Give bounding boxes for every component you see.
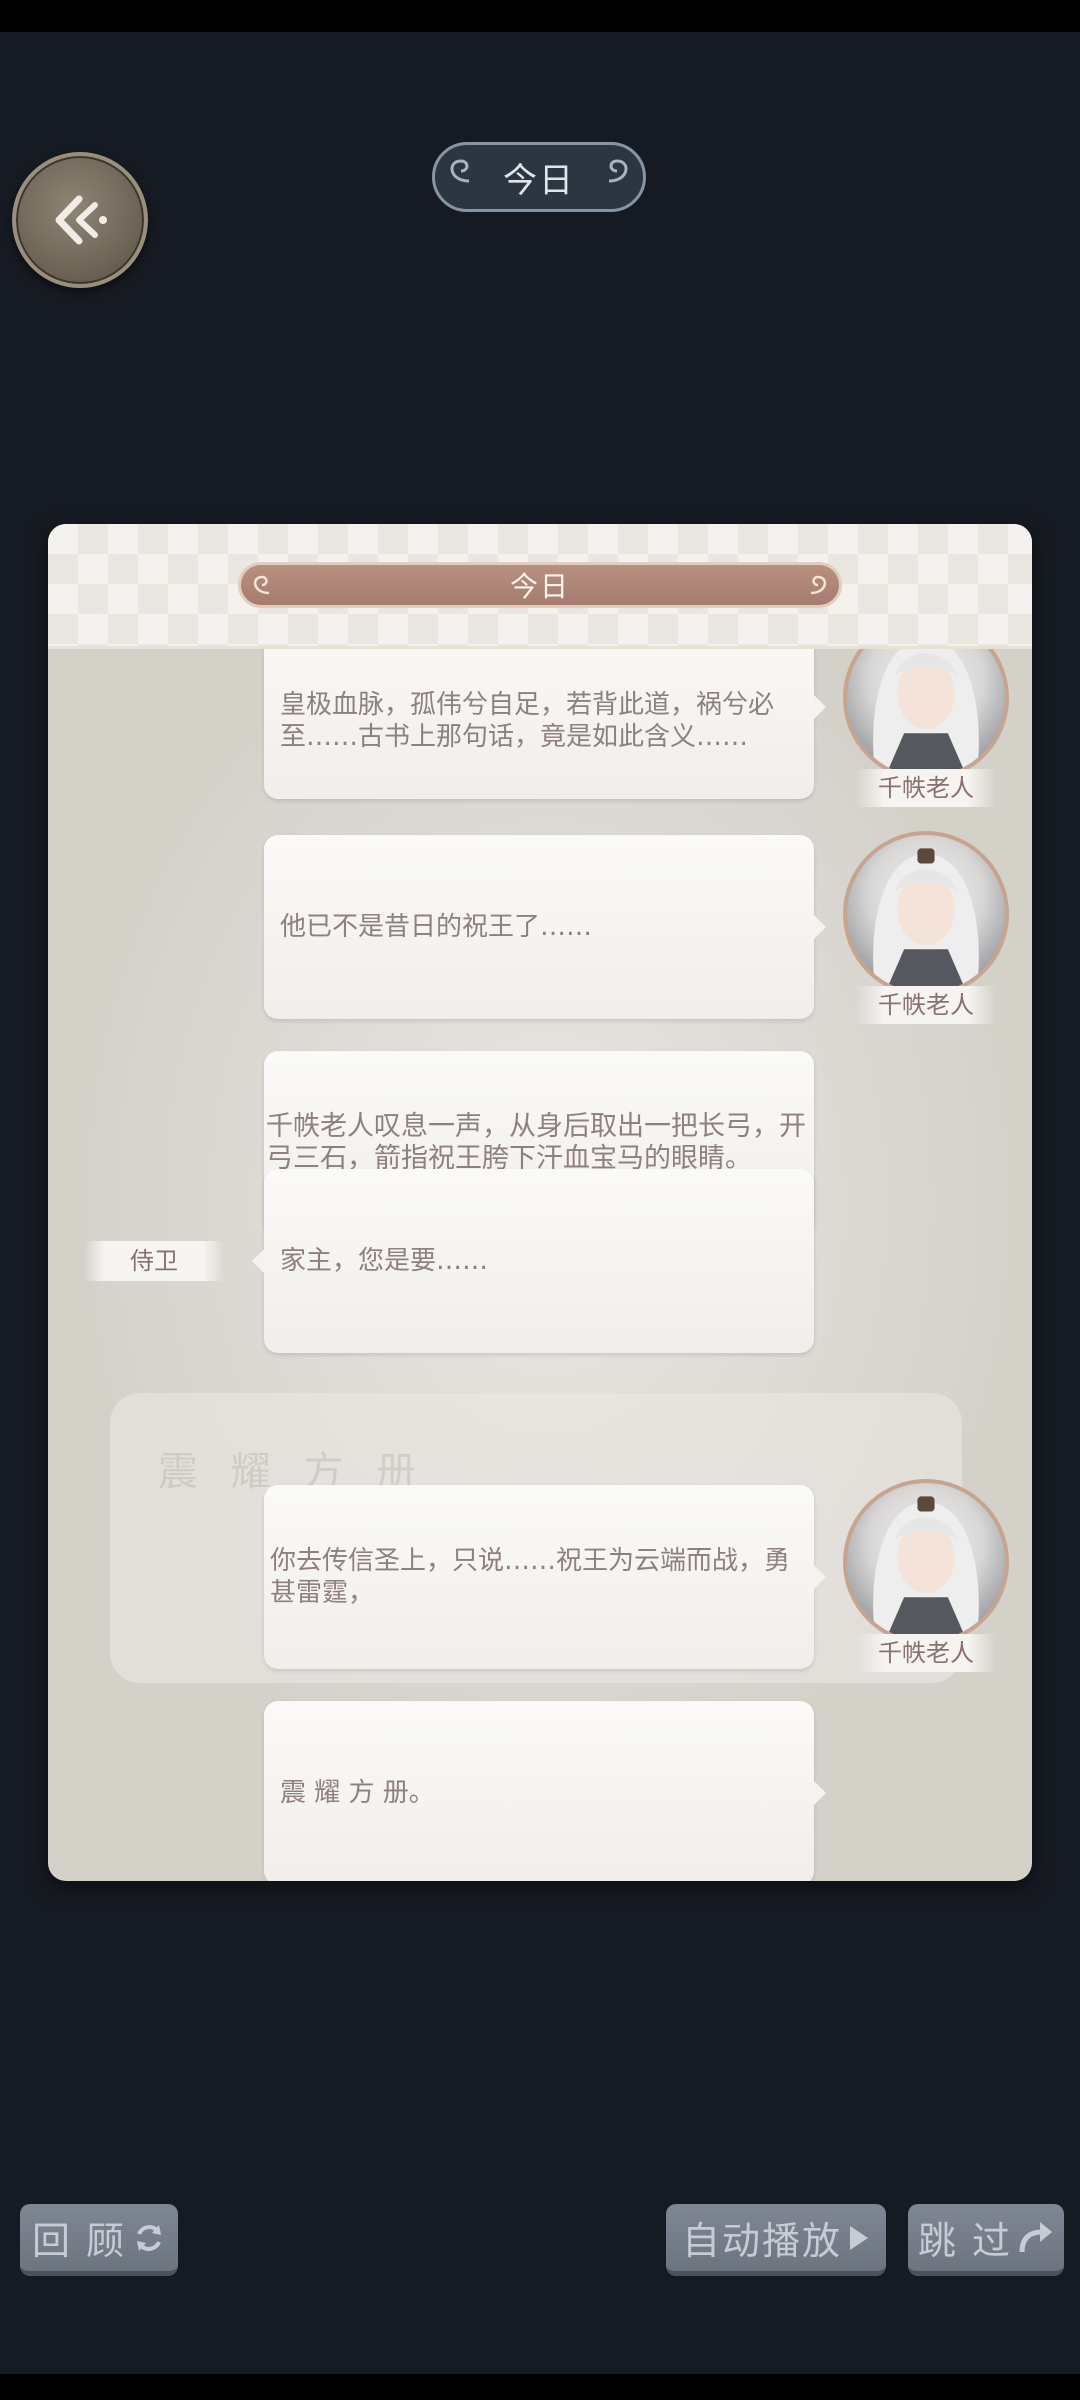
scroll-ornament-icon bbox=[608, 159, 628, 183]
bubble-tail bbox=[814, 695, 826, 719]
message-bubble: 皇极血脉，孤伟兮自足，若背此道，祸兮必至……古书上那句话，竟是如此含义…… bbox=[264, 649, 826, 799]
autoplay-label: 自动播放 bbox=[681, 2219, 842, 2263]
status-bar bbox=[0, 0, 1080, 32]
scroll-ornament-icon bbox=[450, 159, 470, 183]
message-bubble: 你去传信圣上，只说……祝王为云端而战，勇甚雷霆， bbox=[264, 1485, 826, 1669]
review-label: 回 顾 bbox=[31, 2219, 127, 2263]
story-log-screen: 今日 震 耀 方 册 皇极血脉，孤伟兮自足，若背此道，祸兮必至……古书上那句话，… bbox=[0, 0, 1080, 2400]
message-text: 家主，您是要…… bbox=[280, 1246, 489, 1276]
elder-portrait-icon bbox=[873, 1496, 979, 1641]
speaker-name: 千帙老人 bbox=[856, 769, 996, 807]
navigation-bar bbox=[0, 2374, 1080, 2400]
speaker-name: 千帙老人 bbox=[856, 986, 996, 1024]
bubble-tail bbox=[814, 1781, 826, 1805]
play-icon bbox=[848, 2224, 870, 2252]
speaker-name: 千帙老人 bbox=[856, 1634, 996, 1672]
elder-portrait-icon bbox=[873, 848, 979, 993]
message-bubble: 他已不是昔日的祝王了…… bbox=[264, 835, 826, 1019]
autoplay-button[interactable]: 自动播放 bbox=[666, 2204, 886, 2276]
bubble-tail bbox=[252, 1249, 264, 1273]
skip-label: 跳 过 bbox=[917, 2219, 1013, 2263]
scroll-ornament-icon bbox=[253, 575, 270, 595]
avatar bbox=[843, 831, 1009, 997]
review-button[interactable]: 回 顾 bbox=[20, 2204, 178, 2276]
avatar bbox=[843, 649, 1009, 781]
message-list[interactable]: 震 耀 方 册 皇极血脉，孤伟兮自足，若背此道，祸兮必至……古书上那句话，竟是如… bbox=[48, 649, 1032, 1881]
elder-portrait-icon bbox=[873, 649, 979, 777]
message-text: 他已不是昔日的祝王了…… bbox=[280, 912, 593, 942]
message-bubble: 震 耀 方 册。 bbox=[264, 1701, 826, 1881]
message-text: 皇极血脉，孤伟兮自足，若背此道，祸兮必至……古书上那句话，竟是如此含义…… bbox=[280, 690, 775, 752]
double-chevron-left-icon bbox=[55, 195, 107, 245]
panel-header: 今日 bbox=[48, 524, 1032, 649]
speaker-name: 侍卫 bbox=[84, 1241, 224, 1281]
refresh-icon bbox=[132, 2221, 166, 2255]
back-button[interactable] bbox=[12, 152, 148, 288]
dialogue-log-panel: 震 耀 方 册 皇极血脉，孤伟兮自足，若背此道，祸兮必至……古书上那句话，竟是如… bbox=[48, 524, 1032, 1881]
panel-title: 今日 bbox=[509, 570, 570, 603]
panel-title-bar: 今日 bbox=[238, 562, 842, 608]
date-pill: 今日 bbox=[432, 142, 646, 212]
date-pill-label: 今日 bbox=[503, 160, 575, 201]
avatar bbox=[843, 1479, 1009, 1645]
message-text: 千帙老人叹息一声，从身后取出一把长弓，开弓三石，箭指祝王胯下汗血宝马的眼睛。 bbox=[266, 1111, 806, 1174]
scroll-ornament-icon bbox=[810, 575, 827, 595]
message-bubble: 家主，您是要…… bbox=[252, 1169, 814, 1353]
message-text: 你去传信圣上，只说……祝王为云端而战，勇甚雷霆， bbox=[270, 1546, 791, 1608]
skip-button[interactable]: 跳 过 bbox=[908, 2204, 1064, 2276]
message-text: 震 耀 方 册。 bbox=[280, 1778, 435, 1808]
bubble-tail bbox=[814, 1565, 826, 1589]
bubble-tail bbox=[814, 915, 826, 939]
forward-arrow-icon bbox=[1018, 2220, 1054, 2256]
